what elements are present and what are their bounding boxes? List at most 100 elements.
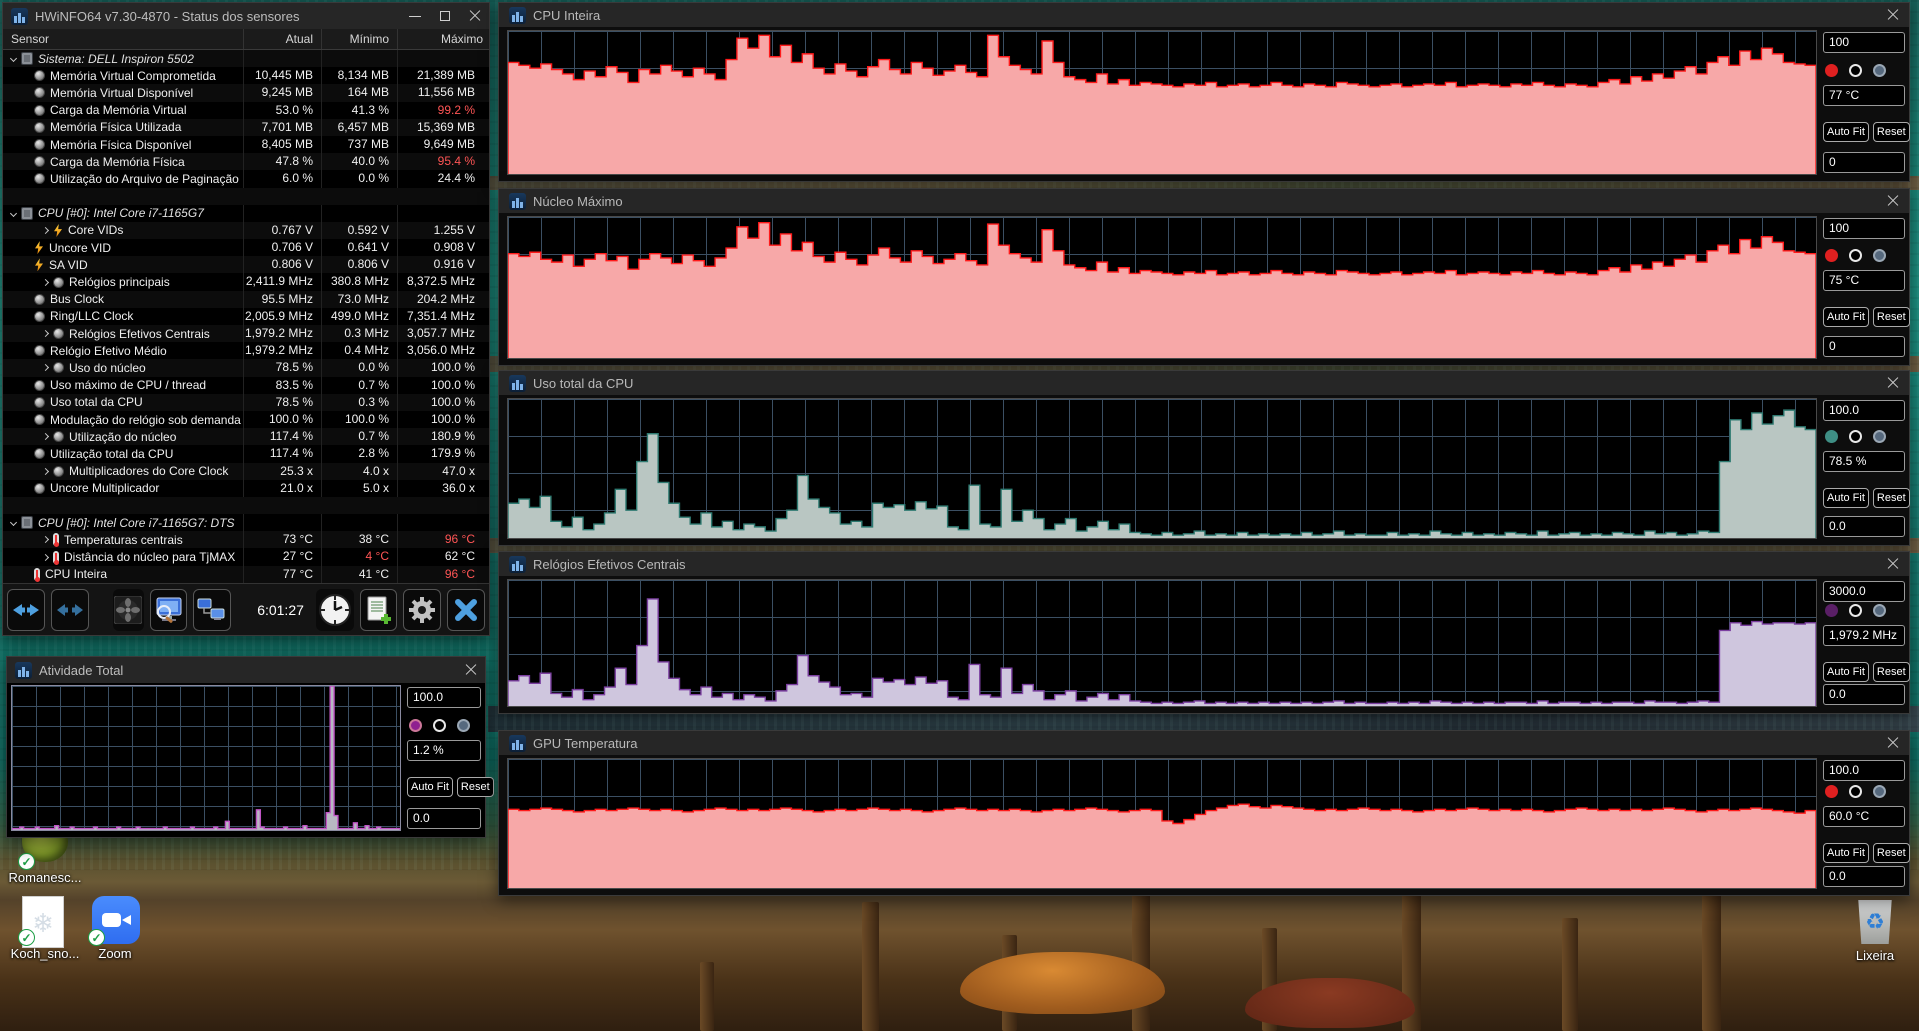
sensor-row[interactable]: Core VIDs 0.767 V 0.592 V 1.255 V: [3, 221, 489, 240]
series-color-dots[interactable]: [1825, 248, 1905, 262]
sensor-row[interactable]: Relógios Efetivos Centrais 1,979.2 MHz 0.3…: [3, 325, 489, 343]
graph-window-titlebar[interactable]: GPU Temperatura: [499, 731, 1909, 755]
reset-button[interactable]: Reset: [456, 777, 494, 797]
series-color-dot[interactable]: [433, 719, 446, 732]
sensor-row[interactable]: SA VID 0.806 V 0.806 V 0.916 V: [3, 256, 489, 274]
auto-fit-button[interactable]: Auto Fit: [407, 777, 453, 797]
sensor-window-titlebar[interactable]: HWiNFO64 v7.30-4870 - Status dos sensore…: [3, 3, 489, 29]
graph-window-titlebar[interactable]: Relógios Efetivos Centrais: [499, 552, 1909, 576]
graph-window-titlebar[interactable]: Núcleo Máximo: [499, 189, 1909, 213]
sensor-row[interactable]: Temperaturas centrais 73 °C 38 °C 96 °C: [3, 531, 489, 549]
expander-chevron-icon[interactable]: [41, 553, 50, 561]
series-color-dot[interactable]: [1849, 63, 1862, 77]
expander-chevron-icon[interactable]: [9, 55, 18, 63]
clock-icon-button[interactable]: [315, 588, 354, 631]
series-color-dots[interactable]: [409, 719, 481, 732]
series-color-dot[interactable]: [1873, 429, 1886, 443]
series-color-dot[interactable]: [1825, 784, 1838, 798]
series-color-dot[interactable]: [1873, 248, 1886, 262]
expander-chevron-icon[interactable]: [41, 467, 50, 475]
reset-button[interactable]: Reset: [1872, 121, 1910, 142]
expander-chevron-icon[interactable]: [9, 209, 18, 217]
series-color-dots[interactable]: [1825, 63, 1905, 77]
auto-fit-button[interactable]: Auto Fit: [1823, 487, 1869, 508]
reset-button[interactable]: Reset: [1872, 487, 1910, 508]
graph-window-titlebar[interactable]: Uso total da CPU: [499, 371, 1909, 395]
series-color-dot[interactable]: [1849, 604, 1862, 617]
sensor-group-row[interactable]: CPU [#0]: Intel Core i7-1165G7: DTS: [3, 514, 489, 532]
expand-columns-button[interactable]: [7, 588, 45, 631]
series-color-dot[interactable]: [457, 719, 470, 732]
expander-chevron-icon[interactable]: [41, 536, 50, 544]
sensor-row[interactable]: Uso máximo de CPU / thread 83.5 % 0.7 % 100…: [3, 376, 489, 394]
desktop-icon-zoom[interactable]: ✓ Zoom: [72, 896, 158, 961]
expander-chevron-icon[interactable]: [41, 433, 50, 441]
settings-gear-button[interactable]: [403, 588, 442, 631]
series-color-dot[interactable]: [1825, 429, 1838, 443]
minimize-icon[interactable]: [409, 10, 421, 22]
sensor-row[interactable]: Modulação do relógio sob demanda 100.0 % 1…: [3, 410, 489, 429]
series-color-dots[interactable]: [1825, 429, 1905, 443]
close-icon[interactable]: [1887, 737, 1899, 749]
sensor-row[interactable]: Utilização total da CPU 117.4 % 2.8 % 179.9…: [3, 445, 489, 463]
system-summary-button[interactable]: [149, 588, 188, 631]
series-color-dot[interactable]: [1873, 604, 1886, 617]
reset-button[interactable]: Reset: [1872, 842, 1910, 863]
sensor-row[interactable]: CPU Inteira 77 °C 41 °C 96 °C: [3, 565, 489, 583]
expander-chevron-icon[interactable]: [41, 364, 50, 372]
reset-button[interactable]: Reset: [1872, 306, 1910, 327]
reset-button[interactable]: Reset: [1872, 662, 1910, 682]
desktop-icon-recycle-bin[interactable]: ♻ Lixeira: [1832, 900, 1918, 963]
series-color-dot[interactable]: [1825, 604, 1838, 617]
series-color-dots[interactable]: [1825, 784, 1905, 798]
close-icon[interactable]: [1887, 558, 1899, 570]
sensor-row[interactable]: Uso total da CPU 78.5 % 0.3 % 100.0 %: [3, 393, 489, 411]
sensor-row[interactable]: Distância do núcleo para TjMAX 27 °C 4 °C 6…: [3, 548, 489, 566]
auto-fit-button[interactable]: Auto Fit: [1823, 306, 1869, 327]
series-color-dot[interactable]: [1849, 248, 1862, 262]
expander-chevron-icon[interactable]: [41, 226, 50, 235]
expander-chevron-icon[interactable]: [41, 278, 50, 286]
sensor-row[interactable]: Uncore Multiplicador 21.0 x 5.0 x 36.0 x: [3, 479, 489, 497]
sensor-row[interactable]: Ring/LLC Clock 2,005.9 MHz 499.0 MHz 7,351.…: [3, 307, 489, 326]
collapse-columns-button[interactable]: [50, 588, 89, 631]
sensor-row[interactable]: Memória Virtual Disponível 9,245 MB 164 MB…: [3, 84, 489, 102]
sensor-row[interactable]: Uncore VID 0.706 V 0.641 V 0.908 V: [3, 239, 489, 257]
close-icon[interactable]: [1887, 195, 1899, 207]
maximize-icon[interactable]: [439, 10, 451, 22]
column-header-sensor[interactable]: Sensor: [3, 29, 243, 49]
activity-window-titlebar[interactable]: Atividade Total: [7, 657, 485, 683]
series-color-dot[interactable]: [1873, 784, 1886, 798]
sensor-row[interactable]: Memória Física Utilizada 7,701 MB 6,457 MB…: [3, 118, 489, 136]
exit-button[interactable]: [447, 588, 485, 631]
sensor-row[interactable]: Memória Virtual Comprometida 10,445 MB 8,1…: [3, 67, 489, 85]
close-icon[interactable]: [1887, 377, 1899, 389]
series-color-dot[interactable]: [409, 719, 422, 732]
report-log-button[interactable]: [359, 588, 398, 631]
series-color-dot[interactable]: [1873, 63, 1886, 77]
fan-control-button[interactable]: [113, 588, 144, 631]
close-icon[interactable]: [465, 664, 477, 676]
auto-fit-button[interactable]: Auto Fit: [1823, 121, 1869, 142]
sensor-row[interactable]: Utilização do núcleo 117.4 % 0.7 % 180.9 %: [3, 428, 489, 446]
sensor-group-row[interactable]: CPU [#0]: Intel Core i7-1165G7: [3, 204, 489, 222]
expander-chevron-icon[interactable]: [41, 330, 50, 338]
series-color-dot[interactable]: [1825, 63, 1838, 77]
sensor-row[interactable]: Relógio Efetivo Médio 1,979.2 MHz 0.4 MHz 3…: [3, 342, 489, 360]
series-color-dot[interactable]: [1825, 248, 1838, 262]
series-color-dot[interactable]: [1849, 429, 1862, 443]
sensor-group-row[interactable]: Sistema: DELL Inspiron 5502: [3, 50, 489, 68]
auto-fit-button[interactable]: Auto Fit: [1823, 842, 1869, 863]
close-icon[interactable]: [1887, 9, 1899, 21]
sensor-row[interactable]: Carga da Memória Virtual 53.0 % 41.3 % 99.2…: [3, 101, 489, 119]
graph-window-titlebar[interactable]: CPU Inteira: [499, 3, 1909, 27]
expander-chevron-icon[interactable]: [9, 519, 18, 527]
sensor-row[interactable]: Utilização do Arquivo de Paginação 6.0 % 0…: [3, 170, 489, 188]
series-color-dot[interactable]: [1849, 784, 1862, 798]
sensor-row[interactable]: Carga da Memória Física 47.8 % 40.0 % 95.4 …: [3, 153, 489, 171]
sensor-row[interactable]: Relógios principais 2,411.9 MHz 380.8 MHz 8…: [3, 273, 489, 291]
column-header-minimo[interactable]: Mínimo: [321, 29, 397, 49]
network-monitor-button[interactable]: [193, 588, 232, 631]
close-icon[interactable]: [469, 10, 481, 22]
column-header-maximo[interactable]: Máximo: [397, 29, 491, 49]
